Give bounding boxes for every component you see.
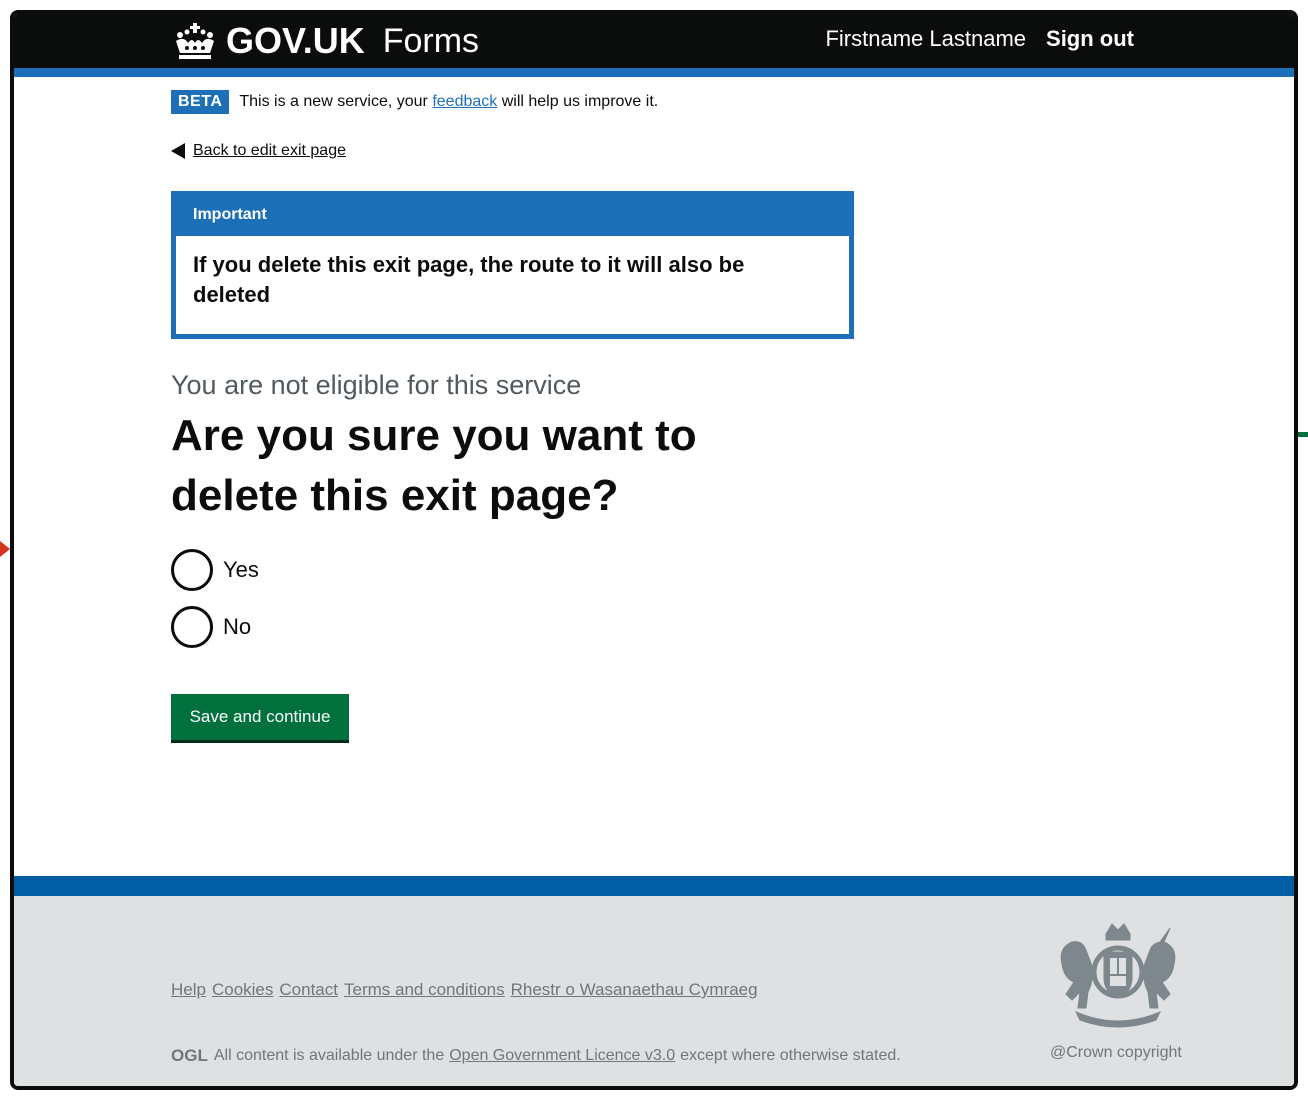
phase-text-before: This is a new service, your xyxy=(239,93,433,110)
crown-copyright[interactable]: @Crown copyright xyxy=(1050,1044,1182,1062)
radio-yes-label[interactable]: Yes xyxy=(223,557,259,583)
radio-yes-input[interactable] xyxy=(171,549,213,591)
footer: Help Cookies Contact Terms and condition… xyxy=(14,896,1294,1086)
page-caption: You are not eligible for this service xyxy=(171,370,582,400)
licence-after: except where otherwise stated. xyxy=(680,1047,901,1064)
radio-no-label[interactable]: No xyxy=(223,614,251,640)
footer-link-welsh[interactable]: Rhestr o Wasanaethau Cymraeg xyxy=(511,980,758,1000)
licence-text: OGL All content is available under the O… xyxy=(171,1046,901,1066)
notification-title: Important xyxy=(176,196,849,236)
footer-link-terms[interactable]: Terms and conditions xyxy=(344,980,505,1000)
notification-body: If you delete this exit page, the route … xyxy=(193,252,745,307)
back-arrow-icon xyxy=(171,143,185,159)
sign-out-link[interactable]: Sign out xyxy=(1046,26,1134,52)
page-title: Are you sure you want to delete this exi… xyxy=(171,411,697,520)
save-and-continue-button[interactable]: Save and continue xyxy=(171,694,349,740)
footer-stripe xyxy=(14,876,1294,896)
licence-before: All content is available under the xyxy=(213,1047,445,1064)
footer-link-help[interactable]: Help xyxy=(171,980,206,1000)
left-edge-marker xyxy=(0,541,10,557)
radio-no-input[interactable] xyxy=(171,606,213,648)
licence-link[interactable]: Open Government Licence v3.0 xyxy=(449,1047,675,1065)
logo-text: GOV.UK xyxy=(226,20,365,61)
ogl-logo: OGL xyxy=(171,1046,208,1065)
page-frame: GOV.UK Forms Firstname Lastname Sign out… xyxy=(10,10,1298,1090)
footer-link-cookies[interactable]: Cookies xyxy=(212,980,273,1000)
crown-icon xyxy=(176,23,214,59)
phase-text-after: will help us improve it. xyxy=(497,93,659,110)
back-link-container[interactable]: Back to edit exit page xyxy=(171,142,346,160)
phase-text: This is a new service, your feedback wil… xyxy=(239,93,658,111)
govuk-logo[interactable]: GOV.UK Forms xyxy=(172,20,479,62)
feedback-link[interactable]: feedback xyxy=(432,93,497,110)
user-nav: Firstname Lastname Sign out xyxy=(825,26,1134,52)
header: GOV.UK Forms Firstname Lastname Sign out xyxy=(14,14,1294,68)
royal-crest-icon xyxy=(1060,923,1176,1028)
beta-tag: BETA xyxy=(171,90,230,114)
product-name: Forms xyxy=(382,21,480,60)
footer-links: Help Cookies Contact Terms and condition… xyxy=(171,980,764,1000)
footer-link-contact[interactable]: Contact xyxy=(279,980,338,1000)
header-stripe xyxy=(14,68,1294,77)
phase-banner: BETA This is a new service, your feedbac… xyxy=(171,90,658,114)
back-link[interactable]: Back to edit exit page xyxy=(193,142,346,160)
radio-yes[interactable]: Yes xyxy=(171,549,259,591)
notification-banner: Important If you delete this exit page, … xyxy=(171,191,854,339)
radio-no[interactable]: No xyxy=(171,606,251,648)
user-name: Firstname Lastname xyxy=(825,26,1027,51)
